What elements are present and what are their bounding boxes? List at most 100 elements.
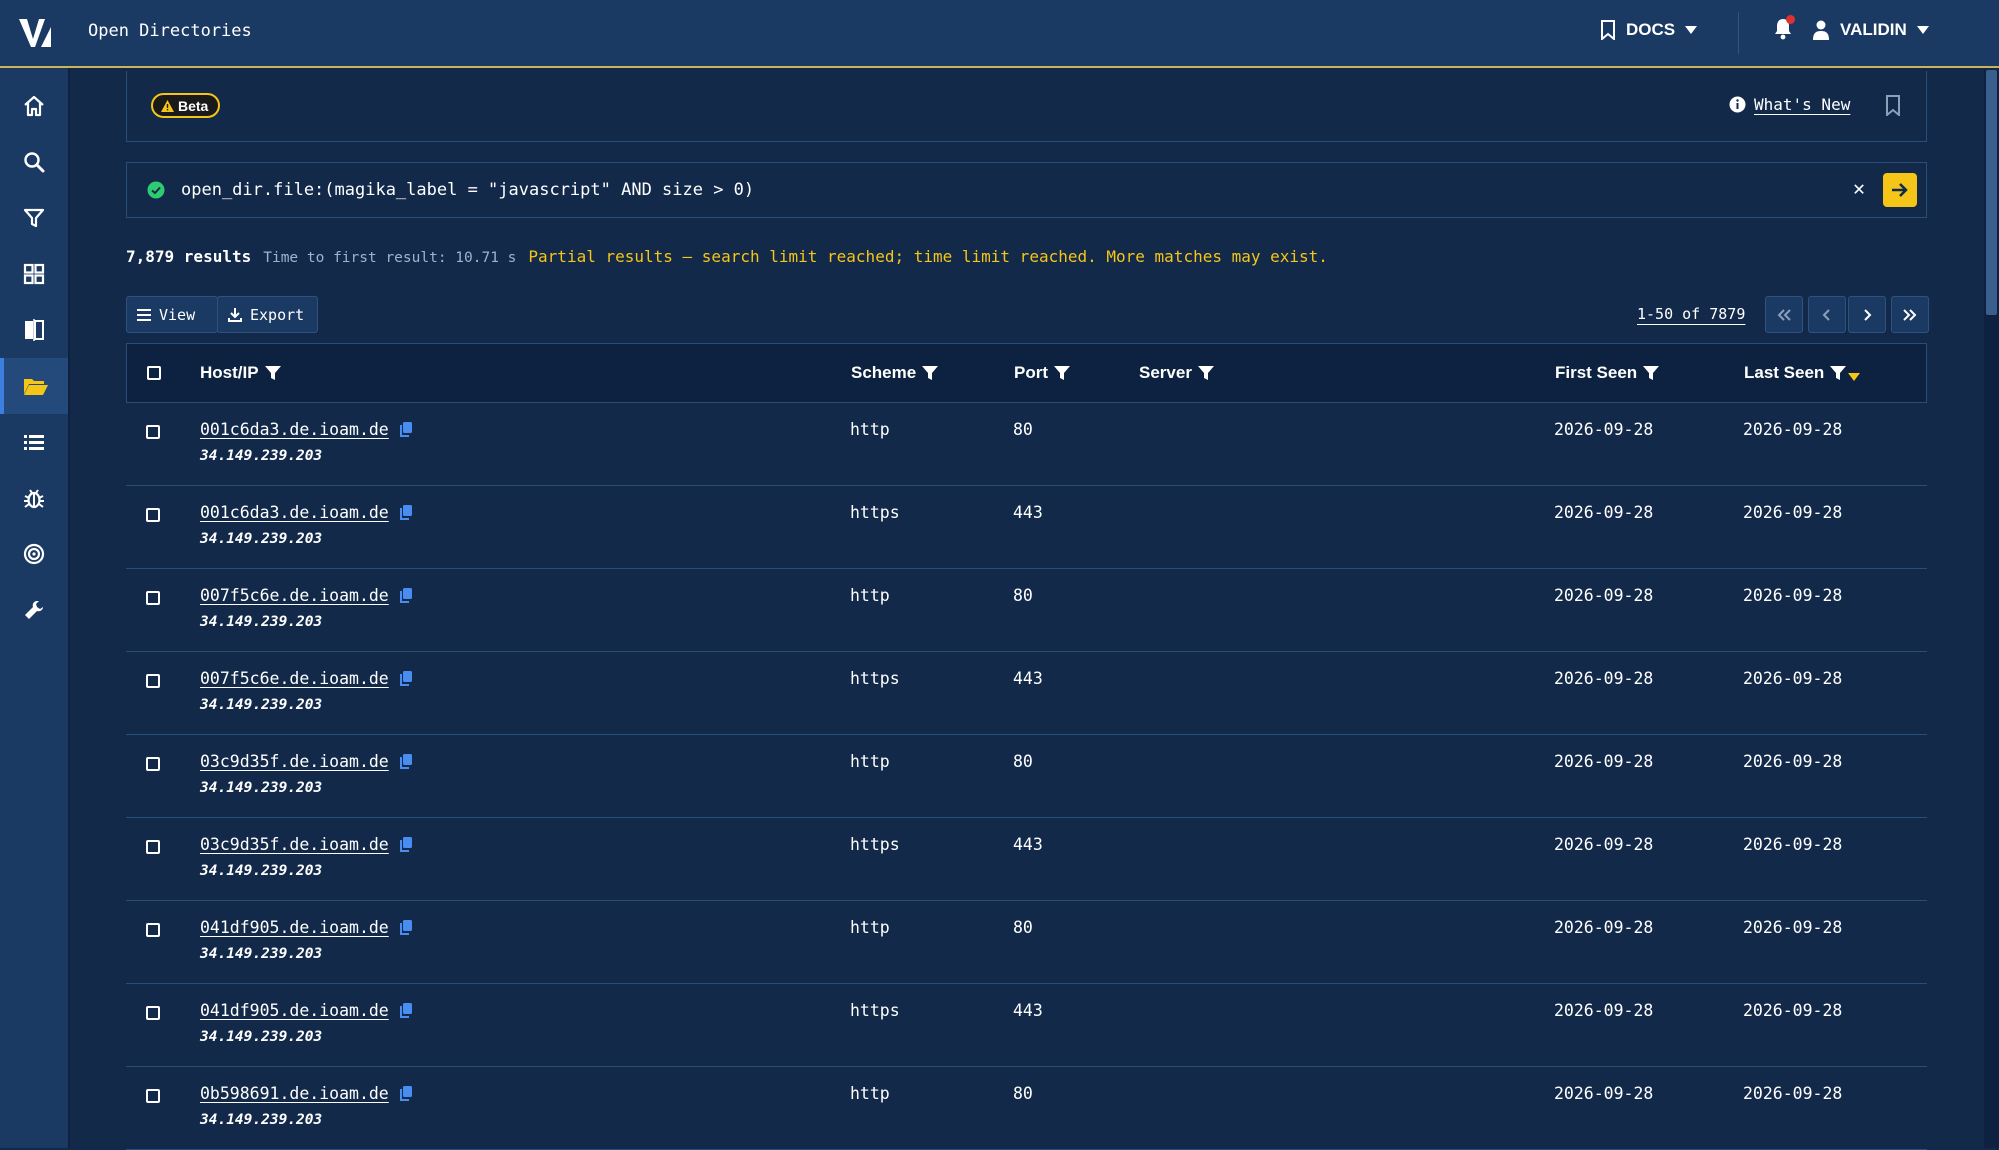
table-row[interactable]: 001c6da3.de.ioam.de 34.149.239.203 http 80 2… [126,403,1927,486]
column-header-scheme[interactable]: Scheme [851,363,939,383]
host-link[interactable]: 0b598691.de.ioam.de [200,1084,389,1103]
export-button[interactable]: Export [217,296,318,333]
host-cell: 0b598691.de.ioam.de [200,1084,413,1103]
scrollbar[interactable] [1984,70,1999,1148]
copy-icon[interactable] [399,670,413,687]
first-page-button[interactable] [1765,296,1803,333]
row-checkbox[interactable] [146,1089,160,1103]
filter-icon[interactable] [1054,365,1070,381]
column-header-host[interactable]: Host/IP [200,363,281,383]
select-all-checkbox[interactable] [147,366,161,380]
table-row[interactable]: 03c9d35f.de.ioam.de 34.149.239.203 http 80 2… [126,735,1927,818]
filter-icon[interactable] [264,365,281,381]
validin-logo[interactable] [0,0,70,66]
row-checkbox[interactable] [146,508,160,522]
host-link[interactable]: 041df905.de.ioam.de [200,1001,389,1020]
ip-address: 34.149.239.203 [200,863,323,879]
row-checkbox[interactable] [146,425,160,439]
copy-icon[interactable] [399,587,413,604]
check-circle-icon [147,181,165,199]
scrollbar-thumb[interactable] [1986,70,1997,315]
notifications-button[interactable] [1774,15,1795,44]
user-menu[interactable]: VALIDIN [1812,20,1929,40]
copy-icon[interactable] [399,504,413,521]
table-row[interactable]: 041df905.de.ioam.de 34.149.239.203 https 44… [126,984,1927,1067]
search-query-bar[interactable]: open_dir.file:(magika_label = "javascrip… [126,162,1927,218]
host-cell: 041df905.de.ioam.de [200,918,413,937]
sidebar-item-home[interactable] [0,78,68,134]
host-link[interactable]: 001c6da3.de.ioam.de [200,503,389,522]
table-row[interactable]: 041df905.de.ioam.de 34.149.239.203 http 80 2… [126,901,1927,984]
copy-icon[interactable] [399,919,413,936]
sort-descending-icon[interactable] [1848,373,1861,381]
row-checkbox[interactable] [146,923,160,937]
sidebar-item-tools[interactable] [0,582,68,638]
sidebar-item-search[interactable] [0,134,68,190]
filter-icon[interactable] [1197,365,1214,381]
ip-address: 34.149.239.203 [200,614,323,630]
first-seen-cell: 2026-09-28 [1554,1084,1654,1103]
table-row[interactable]: 03c9d35f.de.ioam.de 34.149.239.203 https 44… [126,818,1927,901]
table-row[interactable]: 001c6da3.de.ioam.de 34.149.239.203 https 44… [126,486,1927,569]
home-icon [24,95,44,117]
run-query-button[interactable] [1883,173,1917,207]
clear-query-button[interactable]: ✕ [1853,176,1865,200]
view-button[interactable]: View [126,296,218,333]
next-page-button[interactable] [1848,296,1886,333]
last-seen-cell: 2026-09-28 [1743,586,1843,605]
filter-icon[interactable] [1830,365,1847,381]
chevron-down-icon [1916,26,1929,34]
ip-address: 34.149.239.203 [200,780,323,796]
chevron-right-icon [1864,308,1872,321]
ip-address: 34.149.239.203 [200,1029,323,1045]
host-link[interactable]: 001c6da3.de.ioam.de [200,420,389,439]
column-header-last-seen[interactable]: Last Seen [1744,363,1861,383]
scheme-cell: https [850,1001,900,1020]
table-row[interactable]: 007f5c6e.de.ioam.de 34.149.239.203 https 44… [126,652,1927,735]
filter-icon[interactable] [1643,365,1660,381]
row-checkbox[interactable] [146,757,160,771]
table-row[interactable]: 0b598691.de.ioam.de 34.149.239.203 http 80 2… [126,1067,1927,1150]
host-link[interactable]: 03c9d35f.de.ioam.de [200,835,389,854]
previous-page-button[interactable] [1808,296,1846,333]
table-row[interactable]: 007f5c6e.de.ioam.de 34.149.239.203 http 80 2… [126,569,1927,652]
docs-menu[interactable]: DOCS [1600,20,1698,40]
column-label: Server [1139,363,1192,382]
search-query-text[interactable]: open_dir.file:(magika_label = "javascrip… [181,180,754,200]
copy-icon[interactable] [399,753,413,770]
whats-new-link[interactable]: What's New [1729,95,1850,114]
last-seen-cell: 2026-09-28 [1743,669,1843,688]
download-icon [228,307,242,322]
row-checkbox[interactable] [146,840,160,854]
sidebar-item-lists[interactable] [0,414,68,470]
sidebar-item-open-directories[interactable] [0,358,68,414]
copy-icon[interactable] [399,836,413,853]
sidebar-item-targets[interactable] [0,526,68,582]
host-link[interactable]: 03c9d35f.de.ioam.de [200,752,389,771]
port-cell: 80 [1013,918,1033,937]
column-header-server[interactable]: Server [1139,363,1214,383]
whats-new-label: What's New [1754,95,1851,114]
host-link[interactable]: 007f5c6e.de.ioam.de [200,669,389,688]
last-page-button[interactable] [1891,296,1929,333]
sidebar-item-compare[interactable] [0,302,68,358]
bookmark-page-button[interactable] [1885,95,1901,120]
sidebar-item-malware[interactable] [0,470,68,526]
host-link[interactable]: 007f5c6e.de.ioam.de [200,586,389,605]
copy-icon[interactable] [399,1002,413,1019]
host-link[interactable]: 041df905.de.ioam.de [200,918,389,937]
row-checkbox[interactable] [146,1006,160,1020]
copy-icon[interactable] [399,421,413,438]
column-header-port[interactable]: Port [1014,363,1070,383]
column-header-first-seen[interactable]: First Seen [1555,363,1660,383]
pagination-range[interactable]: 1-50 of 7879 [1637,305,1745,323]
row-checkbox[interactable] [146,591,160,605]
first-seen-cell: 2026-09-28 [1554,752,1654,771]
beta-label: Beta [178,97,209,114]
row-checkbox[interactable] [146,674,160,688]
ip-address: 34.149.239.203 [200,448,323,464]
filter-icon[interactable] [922,365,939,381]
sidebar-item-filter[interactable] [0,190,68,246]
copy-icon[interactable] [399,1085,413,1102]
sidebar-item-dashboard[interactable] [0,246,68,302]
